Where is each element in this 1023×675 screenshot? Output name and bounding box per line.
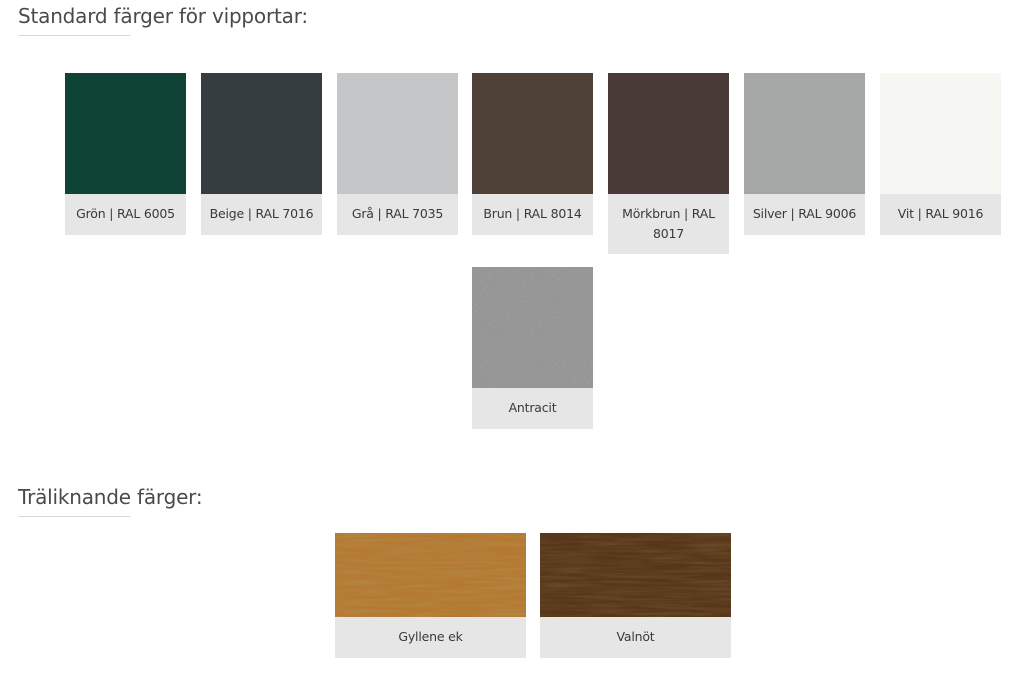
color-card-gron[interactable]: Grön | RAL 6005 xyxy=(65,73,186,235)
color-label: Grå | RAL 7035 xyxy=(337,194,458,235)
wood-colors-title: Träliknande färger: xyxy=(18,485,203,509)
color-card-gra[interactable]: Grå | RAL 7035 xyxy=(337,73,458,235)
wood-label: Gyllene ek xyxy=(335,617,526,658)
color-swatch xyxy=(201,73,322,194)
wood-swatch xyxy=(540,533,731,617)
wood-card-valnot[interactable]: Valnöt xyxy=(540,533,731,658)
color-swatch xyxy=(337,73,458,194)
color-swatch xyxy=(608,73,729,194)
color-swatch xyxy=(880,73,1001,194)
color-swatch xyxy=(472,267,593,388)
color-label: Antracit xyxy=(472,388,593,429)
color-label: Vit | RAL 9016 xyxy=(880,194,1001,235)
color-card-beige[interactable]: Beige | RAL 7016 xyxy=(201,73,322,235)
color-swatch xyxy=(472,73,593,194)
color-swatch xyxy=(65,73,186,194)
color-label: Brun | RAL 8014 xyxy=(472,194,593,235)
color-label: Silver | RAL 9006 xyxy=(744,194,865,235)
color-label: Grön | RAL 6005 xyxy=(65,194,186,235)
color-label: Mörkbrun | RAL 8017 xyxy=(608,194,729,254)
standard-title-divider xyxy=(18,35,130,36)
color-swatch xyxy=(744,73,865,194)
wood-card-gyllene-ek[interactable]: Gyllene ek xyxy=(335,533,526,658)
wood-label: Valnöt xyxy=(540,617,731,658)
color-label: Beige | RAL 7016 xyxy=(201,194,322,235)
wood-swatch xyxy=(335,533,526,617)
standard-colors-title: Standard färger för vipportar: xyxy=(18,4,308,28)
color-card-morkbrun[interactable]: Mörkbrun | RAL 8017 xyxy=(608,73,729,254)
color-card-brun[interactable]: Brun | RAL 8014 xyxy=(472,73,593,235)
wood-title-divider xyxy=(18,516,130,517)
color-card-antracit[interactable]: Antracit xyxy=(472,267,593,429)
color-card-silver[interactable]: Silver | RAL 9006 xyxy=(744,73,865,235)
color-card-vit[interactable]: Vit | RAL 9016 xyxy=(880,73,1001,235)
